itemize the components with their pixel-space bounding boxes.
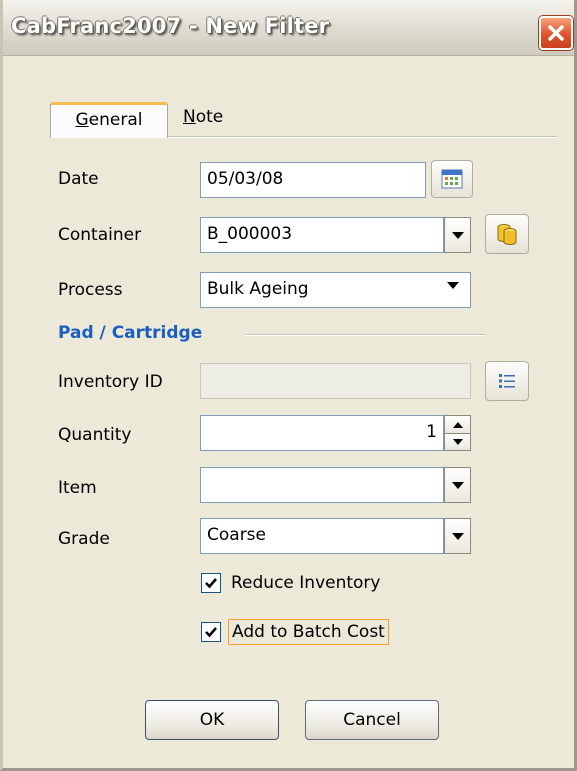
add-to-batch-cost-checkbox[interactable]: Add to Batch Cost — [201, 617, 389, 647]
chevron-down-icon — [451, 231, 464, 239]
process-select[interactable]: Bulk Ageing — [200, 272, 471, 308]
grade-field[interactable]: Coarse — [200, 518, 444, 554]
date-label: Date — [58, 169, 99, 189]
ok-button[interactable]: OK — [145, 700, 279, 740]
arrow-up-icon — [452, 421, 463, 428]
section-title: Pad / Cartridge — [58, 323, 203, 343]
quantity-spinner[interactable] — [444, 415, 471, 451]
chevron-down-icon — [447, 282, 459, 289]
item-field[interactable] — [200, 467, 444, 503]
reduce-inventory-label: Reduce Inventory — [231, 573, 381, 593]
close-icon — [548, 25, 564, 41]
tab-general[interactable]: General — [50, 102, 168, 138]
quantity-stepper[interactable]: 1 — [200, 415, 444, 451]
item-dropdown-button[interactable] — [444, 467, 471, 503]
spin-up-button[interactable] — [445, 416, 470, 433]
dialog-window: CabFranc2007 - New Filter General Note D… — [0, 0, 577, 771]
container-dropdown-button[interactable] — [444, 217, 471, 253]
reduce-inventory-checkbox[interactable]: Reduce Inventory — [201, 568, 383, 598]
grade-dropdown-button[interactable] — [444, 518, 471, 554]
inventory-id-label: Inventory ID — [58, 372, 163, 392]
checkmark-icon — [205, 578, 217, 589]
inventory-list-button[interactable] — [485, 361, 529, 401]
list-icon — [499, 374, 515, 388]
grade-label: Grade — [58, 529, 110, 549]
chevron-down-icon — [451, 532, 464, 540]
close-button[interactable] — [539, 16, 573, 50]
process-dropdown-arrow — [447, 282, 459, 289]
add-to-batch-cost-check[interactable] — [201, 622, 221, 642]
section-divider — [246, 334, 485, 336]
add-to-batch-cost-label: Add to Batch Cost — [228, 619, 389, 645]
cancel-button[interactable]: Cancel — [305, 700, 439, 740]
arrow-down-icon — [452, 439, 463, 445]
calendar-button[interactable] — [431, 160, 473, 198]
tab-general-label: eneral — [88, 110, 143, 130]
chevron-down-icon — [451, 481, 464, 489]
tab-note-mnemonic: N — [183, 107, 196, 127]
date-field[interactable]: 05/03/08 — [200, 162, 426, 198]
quantity-label: Quantity — [58, 425, 132, 445]
process-label: Process — [58, 280, 123, 300]
reduce-inventory-check[interactable] — [201, 573, 221, 593]
window-title: CabFranc2007 - New Filter — [11, 14, 330, 38]
tab-strip-divider — [168, 136, 557, 138]
item-label: Item — [58, 478, 97, 498]
spin-down-button[interactable] — [445, 433, 470, 450]
checkmark-icon — [205, 627, 217, 638]
tab-note-label: ote — [195, 107, 224, 127]
tab-general-mnemonic: G — [75, 110, 89, 130]
inventory-id-field — [200, 363, 471, 399]
container-field[interactable]: B_000003 — [200, 217, 444, 253]
tab-note[interactable]: Note — [173, 102, 253, 138]
container-label: Container — [58, 225, 142, 245]
containers-icon — [497, 224, 517, 245]
title-bar[interactable]: CabFranc2007 - New Filter — [3, 0, 574, 56]
calendar-icon — [441, 169, 463, 189]
containers-button[interactable] — [485, 214, 529, 254]
